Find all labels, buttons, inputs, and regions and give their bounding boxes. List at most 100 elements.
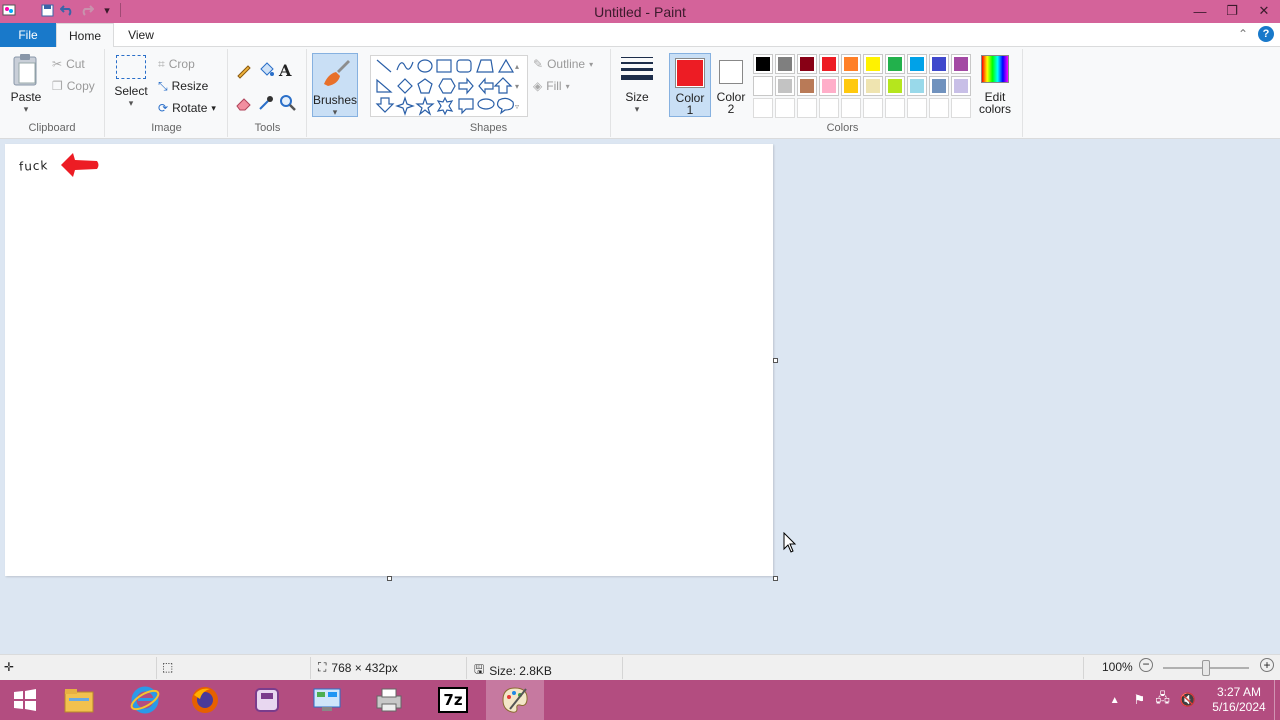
- palette-swatch[interactable]: [797, 54, 817, 74]
- palette-swatch[interactable]: [929, 54, 949, 74]
- clock-time: 3:27 AM: [1216, 685, 1262, 699]
- paste-dropdown-icon[interactable]: ▾: [6, 104, 46, 115]
- taskbar-printer[interactable]: [360, 680, 418, 720]
- shapes-scroll-down-icon[interactable]: ▾: [515, 77, 519, 97]
- rectangle-shape-icon: [436, 59, 452, 73]
- color1-button[interactable]: Color 1: [669, 53, 711, 117]
- text-tool-icon[interactable]: A: [279, 61, 301, 82]
- tools-group-label: Tools: [254, 122, 281, 134]
- palette-swatch[interactable]: [797, 98, 817, 118]
- palette-swatch[interactable]: [885, 98, 905, 118]
- edit-colors-button[interactable]: Edit colors: [973, 53, 1017, 115]
- drawing-canvas[interactable]: fuck: [5, 144, 773, 576]
- network-icon[interactable]: 🖧: [1155, 689, 1170, 711]
- tab-view[interactable]: View: [116, 23, 166, 48]
- fill-button[interactable]: ◈ Fill ▾: [533, 77, 570, 95]
- palette-swatch[interactable]: [841, 54, 861, 74]
- taskbar-firefox[interactable]: [176, 680, 234, 720]
- taskbar-paint[interactable]: [486, 680, 544, 720]
- action-center-flag-icon[interactable]: ⚑: [1134, 692, 1146, 708]
- select-dropdown-icon[interactable]: ▾: [112, 98, 150, 109]
- tab-home[interactable]: Home: [56, 23, 114, 48]
- internet-explorer-icon: [130, 686, 160, 714]
- zoom-in-button[interactable]: +: [1260, 658, 1274, 672]
- palette-swatch[interactable]: [929, 98, 949, 118]
- palette-swatch[interactable]: [951, 98, 971, 118]
- palette-swatch[interactable]: [863, 98, 883, 118]
- help-icon[interactable]: ?: [1258, 26, 1274, 42]
- fill-dropdown-icon: ▾: [565, 81, 570, 91]
- paste-button[interactable]: Paste ▾: [6, 53, 46, 115]
- shapes-scroll-up-icon[interactable]: ▴: [515, 57, 519, 77]
- size-button[interactable]: Size ▾: [618, 55, 656, 115]
- eraser-icon[interactable]: [235, 94, 257, 115]
- brushes-dropdown-icon[interactable]: ▾: [313, 107, 357, 118]
- taskbar-control-panel[interactable]: [298, 680, 356, 720]
- shapes-group-label: Shapes: [469, 122, 508, 134]
- palette-swatch[interactable]: [819, 98, 839, 118]
- right-triangle-shape-icon: [376, 78, 393, 93]
- pencil-icon[interactable]: [235, 61, 257, 82]
- magnifier-icon[interactable]: [279, 94, 301, 115]
- palette-swatch[interactable]: [753, 98, 773, 118]
- palette-swatch[interactable]: [775, 76, 795, 96]
- shapes-more-icon[interactable]: ▿: [515, 97, 519, 117]
- fill-bucket-icon[interactable]: [257, 61, 279, 82]
- palette-swatch[interactable]: [929, 76, 949, 96]
- outline-button[interactable]: ✎ Outline ▾: [533, 55, 593, 73]
- select-button[interactable]: Select ▾: [112, 55, 150, 109]
- palette-swatch[interactable]: [797, 76, 817, 96]
- collapse-ribbon-icon[interactable]: ⌃: [1238, 27, 1248, 41]
- minimize-button[interactable]: —: [1184, 0, 1216, 22]
- palette-swatch[interactable]: [753, 76, 773, 96]
- palette-swatch[interactable]: [951, 76, 971, 96]
- palette-swatch[interactable]: [775, 54, 795, 74]
- show-hidden-icons-icon[interactable]: ▲: [1110, 695, 1120, 706]
- close-button[interactable]: ✕: [1248, 0, 1280, 22]
- size-dropdown-icon[interactable]: ▾: [618, 104, 656, 115]
- shapes-gallery[interactable]: [371, 56, 527, 116]
- rotate-label: Rotate: [172, 101, 208, 115]
- palette-swatch[interactable]: [753, 54, 773, 74]
- resize-handle-bottom[interactable]: [387, 576, 392, 581]
- palette-swatch[interactable]: [907, 76, 927, 96]
- taskbar-internet-explorer[interactable]: [116, 680, 174, 720]
- color2-button[interactable]: Color 2: [713, 53, 749, 117]
- line-shape-icon: [376, 59, 392, 73]
- palette-swatch[interactable]: [885, 76, 905, 96]
- palette-swatch[interactable]: [819, 54, 839, 74]
- color-picker-icon[interactable]: [257, 94, 279, 115]
- palette-swatch[interactable]: [775, 98, 795, 118]
- taskbar-file-explorer[interactable]: [50, 680, 108, 720]
- colors-group: Color 1 Color 2 Edit colors Colors: [663, 49, 1023, 137]
- palette-swatch[interactable]: [819, 76, 839, 96]
- volume-muted-icon[interactable]: 🔇: [1180, 692, 1196, 708]
- palette-swatch[interactable]: [885, 54, 905, 74]
- palette-swatch[interactable]: [863, 54, 883, 74]
- palette-swatch[interactable]: [907, 98, 927, 118]
- palette-swatch[interactable]: [841, 76, 861, 96]
- tools-group: A Tools: [229, 49, 307, 137]
- palette-swatch[interactable]: [907, 54, 927, 74]
- oval-callout-shape-icon: [477, 98, 495, 110]
- rotate-button[interactable]: ⟳ Rotate ▾: [158, 99, 216, 117]
- resize-handle-right[interactable]: [773, 358, 778, 363]
- start-button[interactable]: [0, 680, 50, 720]
- brushes-button[interactable]: Brushes ▾: [312, 53, 358, 117]
- tab-file[interactable]: File: [0, 23, 56, 47]
- palette-swatch[interactable]: [863, 76, 883, 96]
- crop-button[interactable]: ⌗ Crop: [158, 55, 195, 73]
- taskbar-clock[interactable]: 3:27 AM 5/16/2024: [1204, 685, 1274, 715]
- copy-button[interactable]: ❐ Copy: [52, 77, 95, 95]
- cut-button[interactable]: ✂ Cut: [52, 55, 85, 73]
- resize-handle-corner[interactable]: [773, 576, 778, 581]
- resize-button[interactable]: ⤡ Resize: [158, 77, 208, 95]
- palette-swatch[interactable]: [841, 98, 861, 118]
- zoom-slider-thumb[interactable]: [1202, 660, 1210, 676]
- taskbar-app-purple[interactable]: [238, 680, 296, 720]
- restore-button[interactable]: ❐: [1216, 0, 1248, 22]
- show-desktop-button[interactable]: [1274, 680, 1280, 720]
- taskbar-7zip[interactable]: 7z: [424, 680, 482, 720]
- palette-swatch[interactable]: [951, 54, 971, 74]
- zoom-out-button[interactable]: −: [1139, 658, 1153, 672]
